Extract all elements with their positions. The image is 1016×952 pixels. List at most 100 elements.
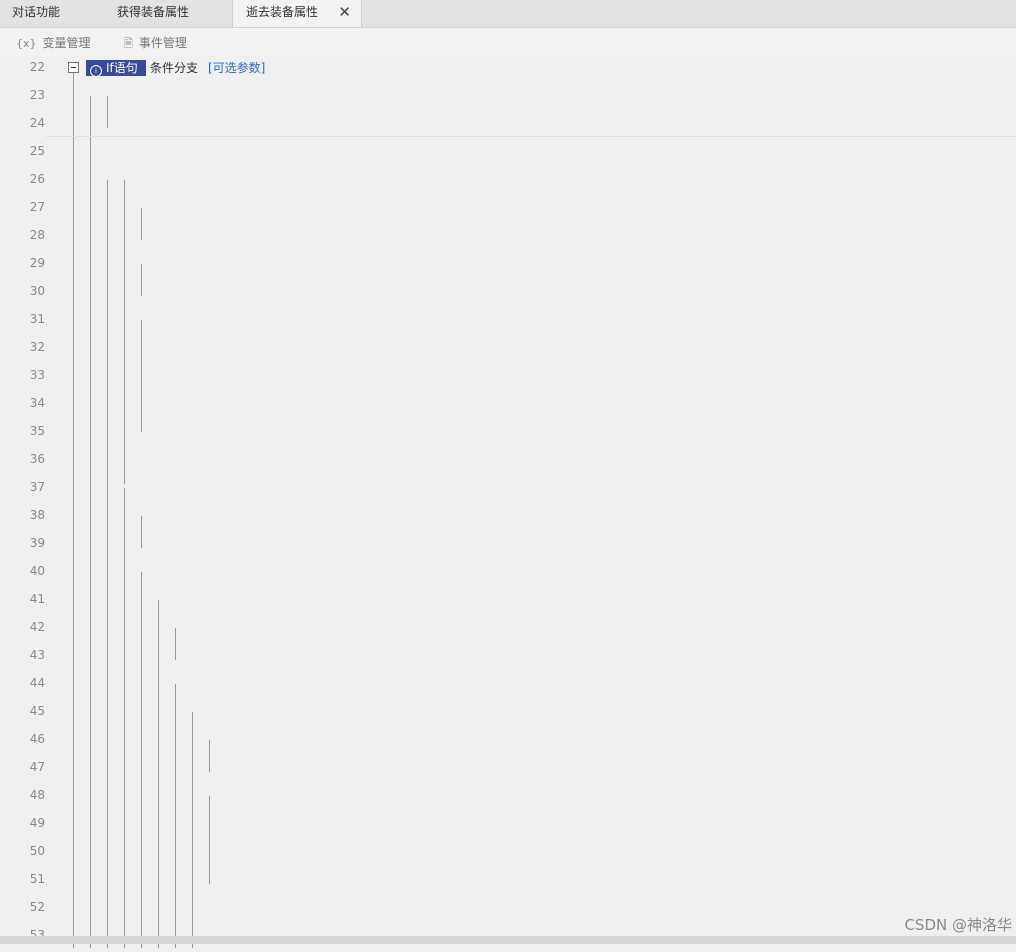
add-icon[interactable]: + xyxy=(314,790,327,802)
add-icon[interactable]: + xyxy=(257,622,270,634)
line-number: 36 xyxy=(29,452,45,466)
line-number: 51 xyxy=(29,872,45,886)
if-condition-header: If - 条件 xyxy=(164,202,212,216)
block-label: 设置一维表的值 xyxy=(242,817,327,831)
variable-manager-label: 变量管理 xyxy=(42,36,91,50)
block-label: 是否存在字段 xyxy=(174,537,247,551)
set-variable-block[interactable]: i 设置变量 xyxy=(154,340,230,356)
block-label: 设置自定义键值 xyxy=(174,369,259,383)
block-icon: i xyxy=(226,877,238,889)
tab-lose-equipment-attributes[interactable]: 逝去装备属性 ✕ xyxy=(232,0,362,27)
optional-params-link[interactable]: [可选参数] xyxy=(244,480,301,496)
add-icon[interactable]: + xyxy=(291,734,304,746)
block-label: If语句 xyxy=(106,61,138,75)
horizontal-scrollbar[interactable] xyxy=(0,936,1016,944)
block-icon: i xyxy=(124,485,136,497)
line-number: 42 xyxy=(29,620,45,634)
set-1d-table-value-block[interactable]: i 设置一维表的值 xyxy=(222,844,334,860)
optional-params-link[interactable]: [可选参数] xyxy=(312,704,369,720)
tab-dialog-function[interactable]: 对话功能 xyxy=(12,0,60,27)
line-number: 41 xyxy=(29,592,45,606)
description-text: 条件分支 xyxy=(254,705,303,719)
action-play-icon xyxy=(206,788,220,800)
set-variable-block[interactable]: i 设置变量 xyxy=(154,284,230,300)
line-number: 31 xyxy=(29,312,45,326)
block-label: 设置一维表的值 xyxy=(242,845,327,859)
line-number: 26 xyxy=(29,172,45,186)
event-manager-button[interactable]: 🗎 事件管理 xyxy=(124,34,187,54)
block-icon: i xyxy=(158,597,170,609)
line-number: 39 xyxy=(29,536,45,550)
add-icon[interactable]: + xyxy=(246,258,259,270)
block-icon: i xyxy=(124,121,136,133)
block-icon: i xyxy=(226,821,238,833)
tab-bar: 对话功能 获得装备属性 逝去装备属性 ✕ xyxy=(0,0,1016,28)
line-number: 37 xyxy=(29,480,45,494)
close-icon[interactable]: ✕ xyxy=(338,0,351,25)
description-text: 条件分支 xyxy=(186,481,235,495)
optional-params-link[interactable]: [可选参数] xyxy=(208,60,265,76)
then-action-header: Then - 动作 xyxy=(164,566,235,580)
has-custom-key-block[interactable]: i 存在自定义键值 xyxy=(154,228,266,244)
optional-params-link[interactable]: [可选参数] xyxy=(244,172,301,188)
has-custom-key-block[interactable]: i 存在自定义键值 xyxy=(120,116,232,132)
tab-get-equipment-attributes[interactable]: 获得装备属性 xyxy=(117,0,189,27)
block-label: 设置变量 xyxy=(174,341,223,355)
block-icon: i xyxy=(158,345,170,357)
block-icon: i xyxy=(158,401,170,413)
line-number: 52 xyxy=(29,900,45,914)
code-editor: 22 23 24 25 26 27 28 29 30 31 32 33 34 35 36 37 38 39 40 41… xyxy=(30,56,1016,948)
collapse-toggle[interactable] xyxy=(68,62,79,73)
if-statement-block[interactable]: i If语句 xyxy=(188,704,248,720)
set-variable-block[interactable]: i 设置变量 xyxy=(154,424,230,440)
has-field-block[interactable]: i 是否存在字段 xyxy=(154,536,254,552)
block-label: 存在自定义键值 xyxy=(174,229,259,243)
number-value-block[interactable]: i 数值 xyxy=(222,760,274,776)
set-variable-block[interactable]: i 设置变量 xyxy=(120,452,196,468)
set-1d-table-value-block[interactable]: i 设置一维表的值 xyxy=(222,816,334,832)
add-icon[interactable]: + xyxy=(280,678,293,690)
action-play-icon xyxy=(206,900,220,912)
line-number: 29 xyxy=(29,256,45,270)
condition-check-icon xyxy=(138,507,153,522)
optional-params-link[interactable]: [可选参数] xyxy=(278,592,335,608)
tab-label: 逝去装备属性 xyxy=(246,5,319,19)
line-number: 33 xyxy=(29,368,45,382)
variable-manager-button[interactable]: {x} 变量管理 xyxy=(16,34,91,51)
add-icon[interactable]: + xyxy=(307,902,320,914)
set-custom-key-block[interactable]: i 设置自定义键值 xyxy=(154,368,266,384)
line-number: 38 xyxy=(29,508,45,522)
if-statement-block[interactable]: i If语句 xyxy=(154,592,214,608)
block-label: If语句 xyxy=(174,593,206,607)
add-icon[interactable]: + xyxy=(212,146,225,158)
boolean-value-block[interactable]: i 布尔值 xyxy=(188,648,252,664)
set-variable-block[interactable]: i 设置变量 xyxy=(222,872,298,888)
add-icon[interactable]: + xyxy=(189,90,202,102)
line-number: 22 xyxy=(29,60,45,74)
line-number: 49 xyxy=(29,816,45,830)
add-icon[interactable]: + xyxy=(223,510,236,522)
block-label: 设置一维表的值 xyxy=(174,397,259,411)
if-condition-header: If - 条件 xyxy=(198,622,246,636)
action-play-icon xyxy=(104,144,118,156)
description-text: 条件分支 xyxy=(186,173,235,187)
block-icon: i xyxy=(226,765,238,777)
block-icon: i xyxy=(192,653,204,665)
description-text: 条件分支 xyxy=(150,61,199,75)
if-statement-block[interactable]: i If语句 xyxy=(86,60,146,77)
line-number: 35 xyxy=(29,424,45,438)
action-play-icon xyxy=(138,256,152,268)
if-statement-block[interactable]: i If语句 xyxy=(120,480,180,496)
set-1d-table-value-block[interactable]: i 设置一维表的值 xyxy=(154,396,266,412)
block-icon: i xyxy=(158,233,170,245)
add-icon[interactable]: + xyxy=(239,314,252,326)
add-icon[interactable]: + xyxy=(246,566,259,578)
block-label: 布尔值 xyxy=(208,649,245,663)
else-action-header: Else - 动作 xyxy=(232,902,297,916)
if-condition-header: If - 条件 xyxy=(232,734,280,748)
block-label: If语句 xyxy=(140,481,172,495)
then-action-header: Then - 动作 xyxy=(164,258,235,272)
if-statement-block[interactable]: i If语句 xyxy=(120,172,180,188)
block-icon: i xyxy=(158,289,170,301)
add-icon[interactable]: + xyxy=(223,202,236,214)
